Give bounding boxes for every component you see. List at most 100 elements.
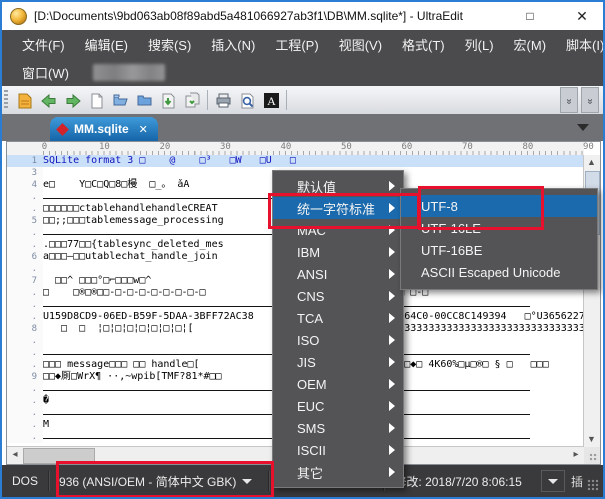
context-menu-item-4[interactable]: ANSI xyxy=(273,263,403,285)
context-menu-item-label: CNS xyxy=(297,289,324,304)
submenu-item-3[interactable]: ASCII Escaped Unicode xyxy=(401,261,597,283)
maximize-button[interactable]: □ xyxy=(513,4,547,28)
menubar-item-3[interactable]: 插入(N) xyxy=(201,32,265,57)
tab-mm-sqlite[interactable]: MM.sqlite ✕ xyxy=(50,117,158,141)
submenu-arrow-icon xyxy=(389,291,395,301)
resize-grip[interactable] xyxy=(584,447,600,464)
context-menu-item-label: ANSI xyxy=(297,267,327,282)
editor-text: e□ Y□C□Q□8□槾 □_。 ǎA xyxy=(43,179,189,191)
line-number: . xyxy=(7,431,43,443)
submenu-arrow-icon xyxy=(389,401,395,411)
line-number: . xyxy=(7,263,43,275)
context-menu-item-label: EUC xyxy=(297,399,324,414)
toolbar-separator xyxy=(286,90,287,110)
scroll-right-icon[interactable]: ▸ xyxy=(570,449,582,461)
insert-mode-indicator: 插 xyxy=(571,473,583,490)
line-number: . xyxy=(7,395,43,407)
submenu-arrow-icon xyxy=(389,445,395,455)
context-menu-item-8[interactable]: JIS xyxy=(273,351,403,373)
editor-text: SQLite format 3 □ @ □³ □W □U □ xyxy=(43,155,296,167)
menubar-item-8[interactable]: 宏(M) xyxy=(504,32,557,57)
line-number: 5 xyxy=(7,215,43,227)
line-number: . xyxy=(7,419,43,431)
line-number: . xyxy=(7,407,43,419)
menu-bar: 文件(F)编辑(E)搜索(S)插入(N)工程(P)视图(V)格式(T)列(L)宏… xyxy=(2,30,603,86)
line-number: . xyxy=(7,311,43,323)
submenu-arrow-icon xyxy=(389,335,395,345)
context-menu-item-7[interactable]: ISO xyxy=(273,329,403,351)
editor-text: M xyxy=(43,419,49,431)
menubar-item-2[interactable]: 搜索(S) xyxy=(138,32,201,57)
editor-text: � xyxy=(43,395,49,407)
context-menu-item-5[interactable]: CNS xyxy=(273,285,403,307)
ruler-mark: 70 xyxy=(462,142,473,152)
new-file-icon xyxy=(88,92,105,109)
ruler-mark: 80 xyxy=(522,142,533,152)
forward-icon xyxy=(64,92,81,109)
context-menu-item-13[interactable]: 其它 xyxy=(273,461,403,483)
forward-button[interactable] xyxy=(60,88,84,112)
submenu-arrow-icon xyxy=(389,357,395,367)
save-download-button[interactable] xyxy=(156,88,180,112)
submenu-arrow-icon xyxy=(389,269,395,279)
ruler-mark: 40 xyxy=(280,142,291,152)
ultraedit-window: [D:\Documents\9bd063ab08f89abd5a48106692… xyxy=(0,0,605,499)
menubar-item-0[interactable]: 文件(F) xyxy=(12,32,75,57)
context-menu-item-label: SMS xyxy=(297,421,325,436)
submenu-item-2[interactable]: UTF-16BE xyxy=(401,239,597,261)
censored-menu-item xyxy=(93,64,165,81)
toolbar-overflow-button[interactable]: » xyxy=(581,87,599,113)
ruler-mark: 30 xyxy=(220,142,231,152)
folder-button[interactable] xyxy=(132,88,156,112)
scroll-up-icon[interactable]: ▲ xyxy=(586,157,597,168)
window-resize-grip-icon[interactable] xyxy=(587,479,599,491)
context-menu-item-10[interactable]: EUC xyxy=(273,395,403,417)
menubar-item-5[interactable]: 视图(V) xyxy=(329,32,392,57)
line-ending-mode[interactable]: DOS xyxy=(2,471,49,491)
context-menu-item-3[interactable]: IBM xyxy=(273,241,403,263)
submenu-arrow-icon xyxy=(389,467,395,477)
open-folder-button[interactable] xyxy=(108,88,132,112)
svg-text:A: A xyxy=(267,94,276,108)
tab-close-icon[interactable]: ✕ xyxy=(139,123,148,136)
back-button[interactable] xyxy=(36,88,60,112)
font-button[interactable]: A xyxy=(259,88,283,112)
submenu-arrow-icon xyxy=(389,313,395,323)
close-button[interactable]: ✕ xyxy=(565,4,599,28)
line-number: . xyxy=(7,287,43,299)
line-number: . xyxy=(7,299,43,311)
menubar-item-1[interactable]: 编辑(E) xyxy=(75,32,138,57)
line-number: . xyxy=(7,239,43,251)
ultraedit-app-icon xyxy=(10,8,27,25)
scroll-left-icon[interactable]: ◂ xyxy=(9,449,21,461)
ruler-mark: 60 xyxy=(401,142,412,152)
new-file-button[interactable] xyxy=(84,88,108,112)
context-menu-item-6[interactable]: TCA xyxy=(273,307,403,329)
submenu-arrow-icon xyxy=(389,379,395,389)
status-dropdown-button[interactable] xyxy=(541,470,565,492)
context-menu-item-9[interactable]: OEM xyxy=(273,373,403,395)
ruler-mark: 50 xyxy=(341,142,352,152)
print-button[interactable] xyxy=(211,88,235,112)
context-menu-item-11[interactable]: SMS xyxy=(273,417,403,439)
context-menu-item-12[interactable]: ISCII xyxy=(273,439,403,461)
scroll-down-icon[interactable]: ▼ xyxy=(586,434,597,445)
folder-icon xyxy=(136,92,153,109)
open-document-button[interactable] xyxy=(12,88,36,112)
copy-files-button[interactable] xyxy=(180,88,204,112)
toolbar-overflow-button[interactable]: » xyxy=(560,87,578,113)
line-number: 8 xyxy=(7,323,43,335)
ruler-mark: 20 xyxy=(159,142,170,152)
menubar-item-4[interactable]: 工程(P) xyxy=(265,32,328,57)
editor-row: 1SQLite format 3 □ @ □³ □W □U □ xyxy=(7,155,584,167)
tab-list-dropdown-icon[interactable] xyxy=(577,124,589,131)
menubar-item-6[interactable]: 格式(T) xyxy=(392,32,455,57)
open-document-icon xyxy=(16,92,33,109)
tab-bar: MM.sqlite ✕ xyxy=(2,114,603,141)
menubar-item-7[interactable]: 列(L) xyxy=(455,32,504,57)
submenu-arrow-icon xyxy=(389,247,395,257)
menubar-item-window[interactable]: 窗口(W) xyxy=(12,60,79,85)
menubar-item-9[interactable]: 脚本(I) xyxy=(556,32,605,57)
print-preview-button[interactable] xyxy=(235,88,259,112)
back-icon xyxy=(40,92,57,109)
